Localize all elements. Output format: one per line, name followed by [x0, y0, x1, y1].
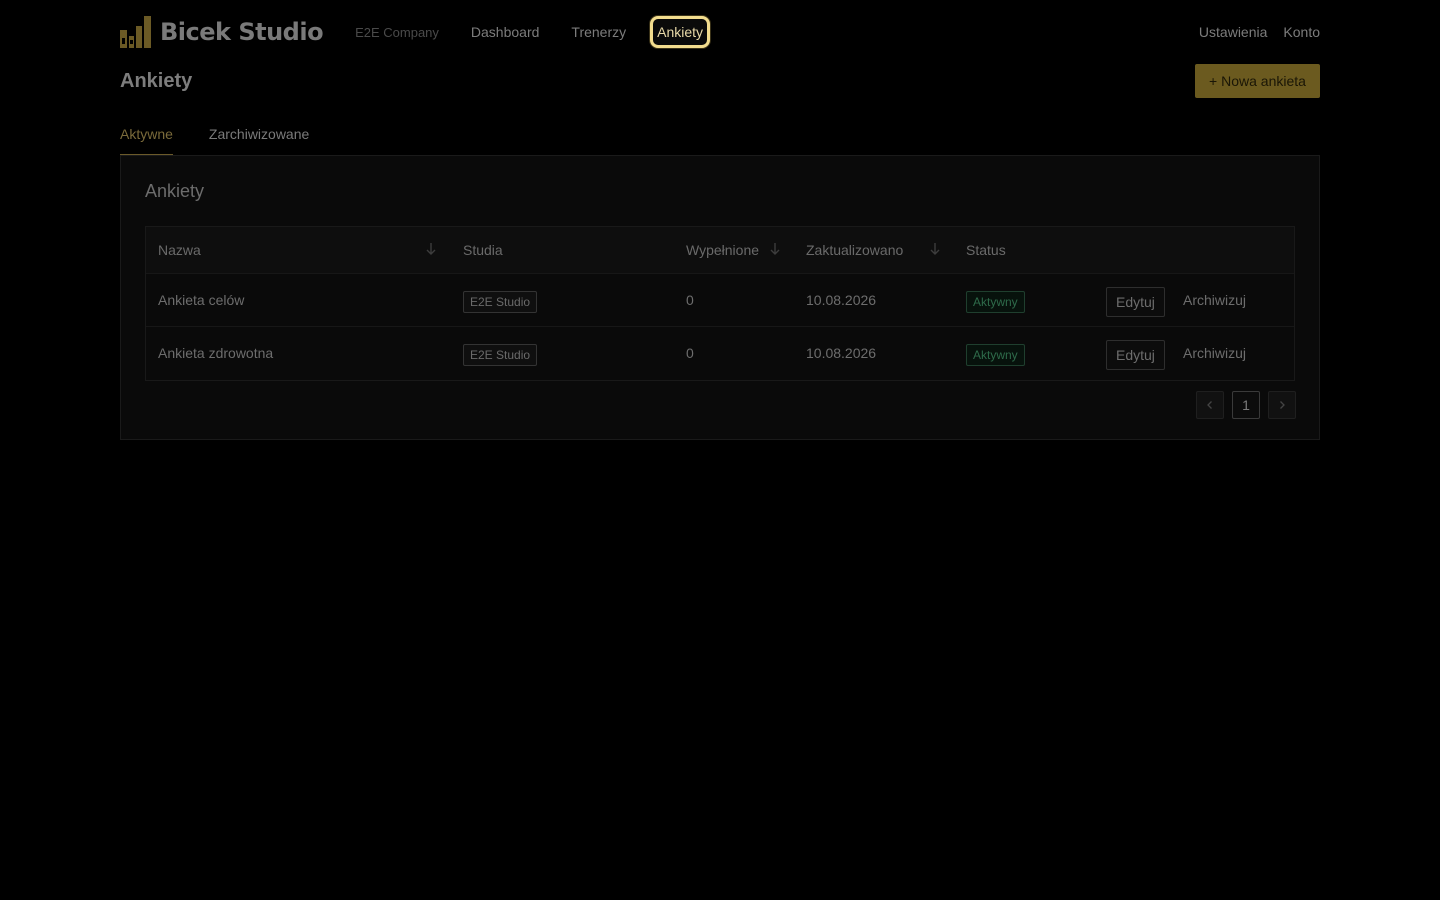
archive-button[interactable]: Archiwizuj: [1183, 292, 1246, 308]
pagination: 1: [1196, 391, 1296, 419]
logo-icon: [120, 16, 151, 48]
edit-button[interactable]: Edytuj: [1106, 340, 1165, 370]
nav-ankiety[interactable]: Ankiety: [650, 16, 711, 48]
card-title: Ankiety: [145, 181, 205, 201]
header-nazwa[interactable]: Nazwa: [158, 242, 201, 258]
table-row: Ankieta celów E2E Studio 0 10.08.2026 Ak…: [146, 274, 1294, 327]
studio-tag: E2E Studio: [463, 291, 538, 313]
table-row: Ankieta zdrowotna E2E Studio 0 10.08.202…: [146, 327, 1294, 380]
chevron-right-icon: [1280, 401, 1285, 409]
tab-aktywne[interactable]: Aktywne: [120, 120, 173, 156]
filled-count: 0: [686, 345, 694, 361]
chevron-left-icon: [1207, 401, 1212, 409]
tab-zarchiwizowane[interactable]: Zarchiwizowane: [209, 120, 309, 156]
header-studia: Studia: [463, 242, 503, 258]
sort-arrow-icon[interactable]: [768, 241, 782, 257]
nav-company[interactable]: E2E Company: [355, 25, 439, 40]
top-navigation: Bicek Studio E2E Company Dashboard Trene…: [120, 12, 1320, 52]
archive-button[interactable]: Archiwizuj: [1183, 345, 1246, 361]
header-zaktualizowano[interactable]: Zaktualizowano: [806, 242, 903, 258]
brand-logo[interactable]: Bicek Studio: [120, 12, 324, 52]
nav-trenerzy[interactable]: Trenerzy: [571, 24, 626, 40]
survey-name: Ankieta zdrowotna: [158, 345, 274, 361]
table-header: Nazwa Studia Wypełnione Zaktualizowano S…: [146, 227, 1294, 274]
surveys-table: Nazwa Studia Wypełnione Zaktualizowano S…: [145, 226, 1295, 381]
updated-date: 10.08.2026: [806, 292, 877, 308]
edit-button[interactable]: Edytuj: [1106, 287, 1165, 317]
header-wypelnione[interactable]: Wypełnione: [686, 242, 759, 258]
nav-right: Ustawienia Konto: [1199, 24, 1320, 40]
sort-arrow-icon[interactable]: [928, 241, 942, 257]
page-title: Ankiety: [120, 70, 193, 92]
updated-date: 10.08.2026: [806, 345, 877, 361]
tabs: Aktywne Zarchiwizowane: [120, 120, 1320, 156]
status-badge: Aktywny: [966, 291, 1025, 313]
sort-arrow-icon[interactable]: [424, 241, 438, 257]
nav-konto[interactable]: Konto: [1283, 24, 1320, 40]
brand-name: Bicek Studio: [160, 18, 324, 46]
status-badge: Aktywny: [966, 344, 1025, 366]
studio-tag: E2E Studio: [463, 344, 538, 366]
header-status: Status: [966, 242, 1006, 258]
survey-name: Ankieta celów: [158, 292, 245, 308]
surveys-card: Ankiety Nazwa Studia Wypełnione Zaktuali…: [120, 155, 1320, 440]
next-page-button[interactable]: [1268, 391, 1296, 419]
filled-count: 0: [686, 292, 694, 308]
nav-ustawienia[interactable]: Ustawienia: [1199, 24, 1267, 40]
new-survey-button[interactable]: + Nowa ankieta: [1195, 64, 1320, 98]
prev-page-button[interactable]: [1196, 391, 1224, 419]
page-number[interactable]: 1: [1232, 391, 1260, 419]
nav-dashboard[interactable]: Dashboard: [471, 24, 540, 40]
